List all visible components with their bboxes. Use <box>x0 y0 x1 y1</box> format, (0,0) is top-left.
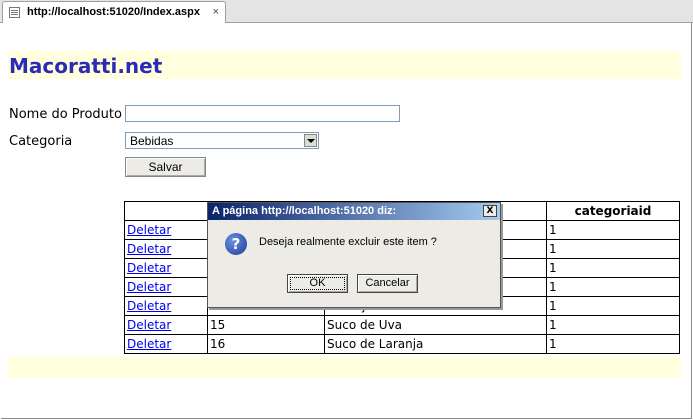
question-icon: ? <box>225 233 247 255</box>
chevron-down-icon[interactable] <box>304 134 317 147</box>
cancel-button[interactable]: Cancelar <box>357 274 418 293</box>
table-row: Deletar 16 Suco de Laranja 1 <box>124 334 680 354</box>
footer-band <box>8 357 681 378</box>
delete-cell: Deletar <box>124 220 208 240</box>
delete-cell: Deletar <box>124 258 208 278</box>
categoriaid-cell: 1 <box>546 258 680 278</box>
delete-link[interactable]: Deletar <box>127 280 171 294</box>
ok-button[interactable]: OK <box>287 274 348 293</box>
table-header-cell: categoriaid <box>546 201 680 221</box>
product-name-label: Nome do Produto <box>9 107 122 122</box>
name-cell: Suco de Uva <box>324 315 547 335</box>
categoriaid-cell: 1 <box>546 277 680 297</box>
dialog-title: A página http://localhost:51020 diz: <box>212 205 397 217</box>
delete-link[interactable]: Deletar <box>127 299 171 313</box>
browser-tab[interactable]: http://localhost:51020/Index.aspx × <box>2 1 226 23</box>
delete-cell: Deletar <box>124 239 208 259</box>
delete-link[interactable]: Deletar <box>127 261 171 275</box>
save-button[interactable]: Salvar <box>125 157 206 177</box>
table-header-cell <box>124 201 208 221</box>
table-row: Deletar 15 Suco de Uva 1 <box>124 315 680 335</box>
dialog-close-button[interactable]: X <box>483 205 497 217</box>
categoriaid-cell: 1 <box>546 239 680 259</box>
id-cell: 16 <box>207 334 325 354</box>
browser-tab-strip: http://localhost:51020/Index.aspx × <box>0 0 693 23</box>
categoriaid-cell: 1 <box>546 315 680 335</box>
category-label: Categoria <box>9 134 73 149</box>
category-select[interactable]: Bebidas <box>125 132 319 149</box>
categoriaid-cell: 1 <box>546 220 680 240</box>
name-cell: Suco de Laranja <box>324 334 547 354</box>
delete-cell: Deletar <box>124 334 208 354</box>
site-title: Macoratti.net <box>9 54 163 78</box>
dialog-message: Deseja realmente excluir este item ? <box>259 236 437 248</box>
category-selected-value: Bebidas <box>130 134 174 148</box>
page-icon <box>9 7 20 18</box>
id-cell: 15 <box>207 315 325 335</box>
delete-link[interactable]: Deletar <box>127 242 171 256</box>
delete-link[interactable]: Deletar <box>127 223 171 237</box>
dialog-title-bar[interactable]: A página http://localhost:51020 diz: X <box>208 203 500 220</box>
product-name-input[interactable] <box>125 105 400 122</box>
confirm-dialog: A página http://localhost:51020 diz: X ?… <box>207 202 501 308</box>
tab-title: http://localhost:51020/Index.aspx <box>27 6 200 18</box>
delete-cell: Deletar <box>124 315 208 335</box>
categoriaid-cell: 1 <box>546 334 680 354</box>
delete-cell: Deletar <box>124 277 208 297</box>
delete-cell: Deletar <box>124 296 208 316</box>
categoriaid-cell: 1 <box>546 296 680 316</box>
tab-close-icon[interactable]: × <box>213 2 219 23</box>
delete-link[interactable]: Deletar <box>127 318 171 332</box>
delete-link[interactable]: Deletar <box>127 337 171 351</box>
